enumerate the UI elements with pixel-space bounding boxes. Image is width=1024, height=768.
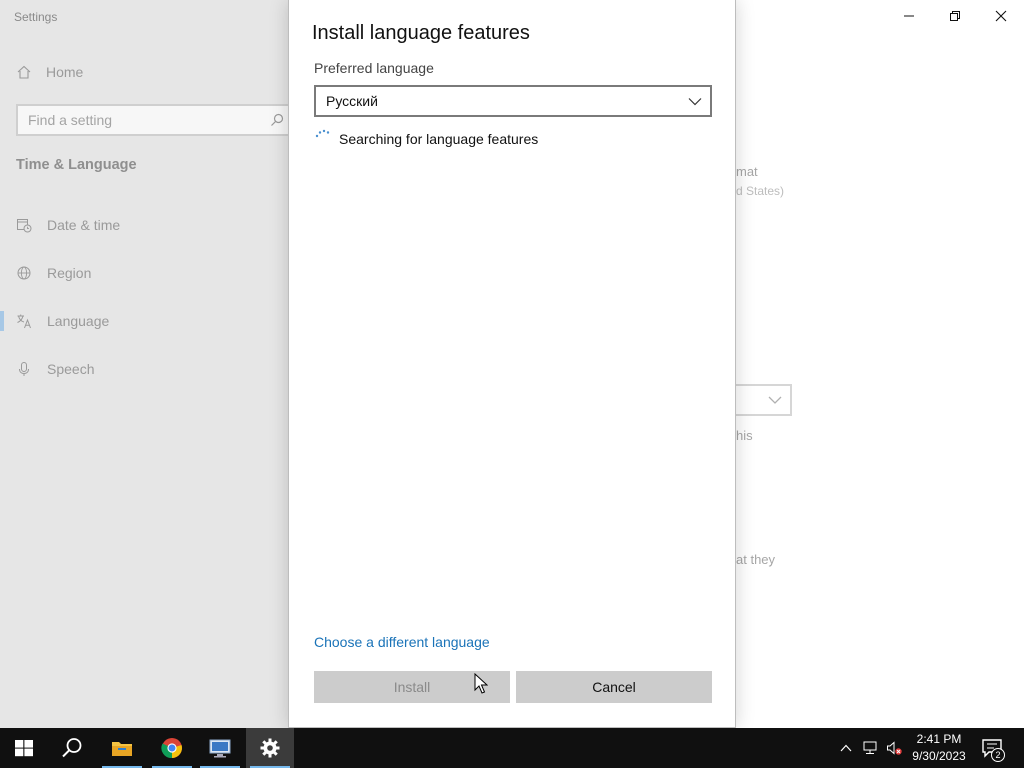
sidebar-item-home[interactable]: Home <box>16 64 83 80</box>
sidebar-item-label: Language <box>47 313 110 329</box>
selected-language: Русский <box>326 93 378 109</box>
volume-muted-icon <box>887 741 902 755</box>
sidebar-item-speech[interactable]: Speech <box>16 358 94 380</box>
progress-spinner-icon <box>315 129 330 138</box>
restore-button[interactable] <box>932 4 978 28</box>
regional-format-fragment: mat <box>736 164 758 179</box>
search-icon <box>62 738 82 758</box>
file-explorer-icon <box>112 742 132 756</box>
preferred-language-label: Preferred language <box>314 60 434 76</box>
sidebar-item-region[interactable]: Region <box>16 262 91 284</box>
chrome-icon <box>161 738 182 759</box>
section-title: Time & Language <box>16 157 137 173</box>
sidebar-item-label: Region <box>47 265 92 281</box>
taskbar-clock[interactable]: 2:41 PM 9/30/2023 <box>904 731 974 765</box>
windows-start-icon <box>15 740 33 757</box>
minimize-icon <box>904 15 914 17</box>
regional-format-value-fragment: d States) <box>736 184 785 198</box>
clock-time: 2:41 PM <box>916 732 962 746</box>
taskbar-search-button[interactable] <box>48 728 96 768</box>
globe-icon <box>17 266 31 280</box>
cancel-button[interactable]: Cancel <box>516 671 712 703</box>
remote-desktop-icon <box>209 739 231 758</box>
settings-icon <box>260 738 280 758</box>
window-title: Settings <box>14 10 58 24</box>
search-settings-box[interactable] <box>16 104 292 136</box>
preferred-language-dropdown[interactable]: Русский <box>314 85 712 117</box>
language-icon <box>17 314 31 329</box>
notification-count-badge: 2 <box>991 748 1005 762</box>
search-icon[interactable] <box>270 113 284 127</box>
background-text-fragment: his <box>736 428 753 443</box>
background-dropdown[interactable] <box>736 384 792 416</box>
microphone-icon <box>19 362 29 376</box>
network-tray-button[interactable] <box>860 738 880 758</box>
start-button[interactable] <box>0 728 48 768</box>
minimize-button[interactable] <box>886 4 932 28</box>
sidebar-item-language[interactable]: Language <box>0 310 110 332</box>
install-language-features-dialog: Install language features Preferred lang… <box>288 0 736 728</box>
sidebar-item-date-time[interactable]: Date & time <box>16 214 120 236</box>
sidebar-item-home-label: Home <box>46 64 84 80</box>
taskbar-file-explorer[interactable] <box>98 728 146 768</box>
home-icon <box>17 65 31 79</box>
choose-different-language-link[interactable]: Choose a different language <box>314 634 490 650</box>
close-button[interactable] <box>978 4 1024 28</box>
clock-date: 9/30/2023 <box>912 749 966 763</box>
background-text-fragment: at they <box>736 552 776 567</box>
taskbar-remote-desktop[interactable] <box>196 728 244 768</box>
search-input[interactable] <box>28 112 268 128</box>
sidebar-item-label: Speech <box>47 361 95 377</box>
close-icon <box>995 10 1007 22</box>
network-icon <box>863 741 877 754</box>
dialog-title: Install language features <box>312 22 530 44</box>
restore-icon <box>950 11 960 21</box>
search-status-text: Searching for language features <box>339 131 539 147</box>
sidebar-item-label: Date & time <box>47 217 121 233</box>
taskbar-settings[interactable] <box>246 728 294 768</box>
settings-sidebar: Settings Home Time & Language Date & tim… <box>0 0 292 728</box>
show-hidden-icons-button[interactable] <box>836 738 856 758</box>
taskbar: 2:41 PM 9/30/2023 2 <box>0 728 1024 768</box>
chevron-up-icon <box>840 744 852 752</box>
chevron-down-icon <box>768 396 782 404</box>
mouse-cursor-icon <box>474 673 488 694</box>
calendar-clock-icon <box>17 219 32 233</box>
chevron-down-icon <box>688 98 702 106</box>
taskbar-chrome[interactable] <box>148 728 196 768</box>
volume-tray-button[interactable] <box>884 738 904 758</box>
